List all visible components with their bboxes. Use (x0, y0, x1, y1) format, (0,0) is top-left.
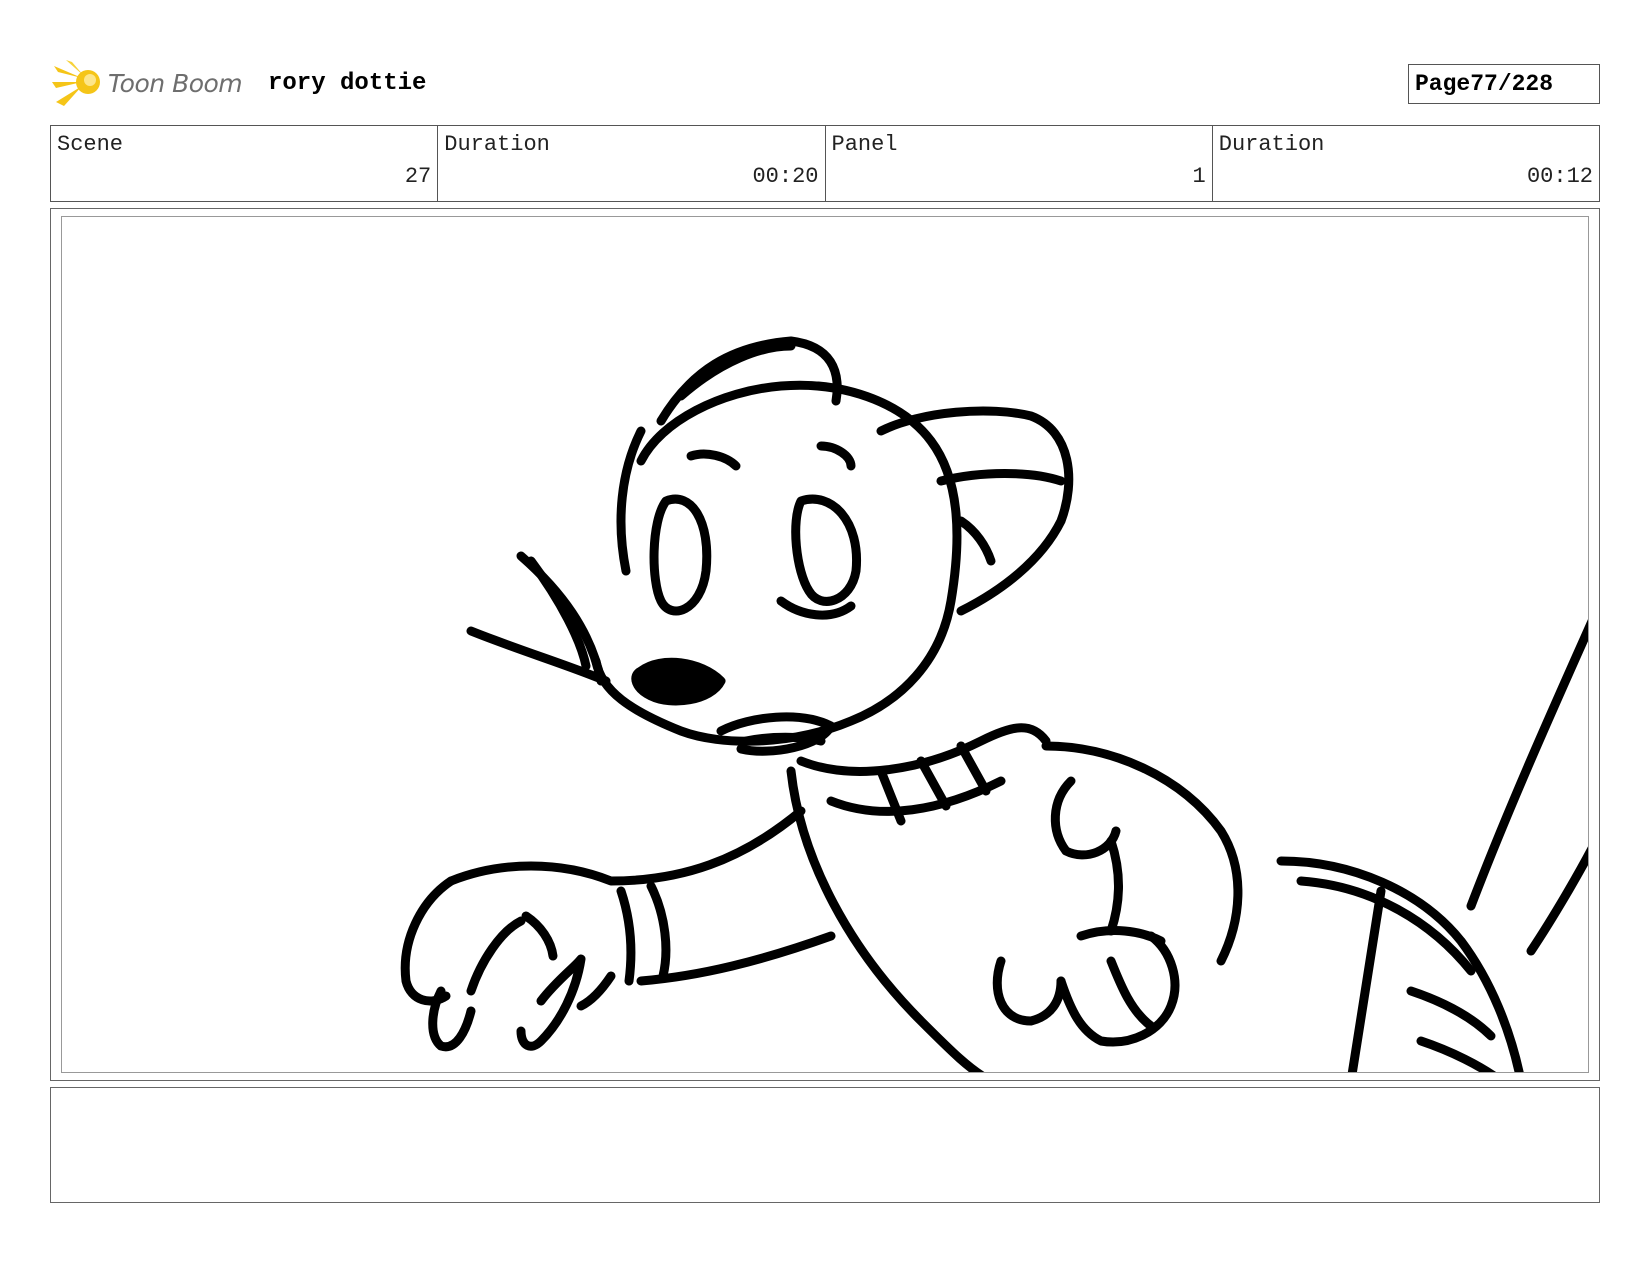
scene-duration-value: 00:20 (752, 164, 819, 189)
page-indicator: Page 77/228 (1408, 64, 1600, 104)
panel-label: Panel (831, 132, 898, 157)
page-number: 77/228 (1470, 71, 1554, 97)
scene-value: 27 (404, 164, 432, 189)
project-title: rory dottie (268, 70, 427, 97)
panel-duration-label: Duration (1218, 132, 1325, 157)
scene-label: Scene (57, 132, 124, 157)
panel-notes-box (50, 1087, 1600, 1203)
scene-cell: Scene 27 (51, 126, 439, 201)
logo-text: Toon Boom (108, 68, 243, 98)
panel-cell: Panel 1 (826, 126, 1213, 201)
toon-boom-star-icon (52, 60, 100, 106)
panel-value: 1 (1192, 164, 1206, 189)
panel-duration-cell: Duration 00:12 (1213, 126, 1599, 201)
page-label: Page (1415, 71, 1471, 97)
character-sketch (400, 336, 1588, 1072)
panel-info-table: Scene 27 Duration 00:20 Panel 1 Duration… (50, 125, 1600, 202)
storyboard-panel-image (61, 216, 1589, 1073)
toon-boom-logo: Toon Boom (52, 58, 243, 108)
scene-duration-label: Duration (444, 132, 550, 157)
panel-duration-value: 00:12 (1526, 164, 1593, 189)
scene-duration-cell: Duration 00:20 (438, 126, 826, 201)
